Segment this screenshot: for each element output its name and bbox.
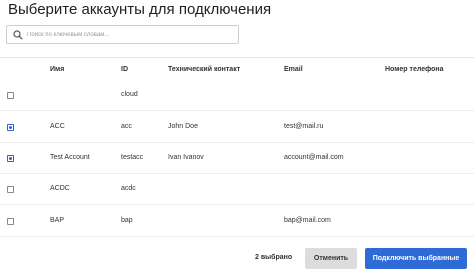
row-name: BAP bbox=[50, 217, 65, 224]
column-header-contact[interactable]: Технический контакт bbox=[168, 66, 240, 73]
row-checkbox[interactable] bbox=[7, 92, 14, 99]
column-header-phone[interactable]: Номер телефона bbox=[385, 66, 444, 73]
search-icon bbox=[13, 30, 23, 40]
row-id: testacc bbox=[121, 154, 144, 161]
table-row[interactable]: cloud bbox=[0, 80, 474, 111]
row-id: acdc bbox=[121, 185, 136, 192]
table-header-divider bbox=[0, 57, 474, 58]
dialog-title: Выберите аккаунты для подключения bbox=[8, 1, 272, 18]
row-email: bap@mail.com bbox=[284, 217, 331, 224]
search-input[interactable] bbox=[27, 28, 232, 42]
selected-count: 2 выбрано bbox=[255, 254, 293, 261]
row-contact: John Doe bbox=[168, 123, 198, 130]
column-header-id[interactable]: ID bbox=[121, 66, 128, 73]
row-id: bap bbox=[121, 217, 133, 224]
row-checkbox[interactable] bbox=[7, 155, 14, 162]
row-checkbox[interactable] bbox=[7, 124, 14, 131]
row-email: account@mail.com bbox=[284, 154, 344, 161]
row-checkbox[interactable] bbox=[7, 186, 14, 193]
row-email: test@mail.ru bbox=[284, 123, 324, 130]
table-row[interactable]: BAP bap bap@mail.com bbox=[0, 206, 474, 237]
row-id: acc bbox=[121, 123, 132, 130]
column-header-name[interactable]: Имя bbox=[50, 66, 64, 73]
search-box[interactable] bbox=[6, 25, 239, 44]
row-name: Test Account bbox=[50, 154, 90, 161]
table-row[interactable]: ACDC acdc bbox=[0, 174, 474, 205]
row-id: cloud bbox=[121, 91, 138, 98]
row-contact: Ivan Ivanov bbox=[168, 154, 204, 161]
row-checkbox[interactable] bbox=[7, 218, 14, 225]
column-header-email[interactable]: Email bbox=[284, 66, 303, 73]
table-row[interactable]: Test Account testacc Ivan Ivanov account… bbox=[0, 143, 474, 174]
row-name: ACC bbox=[50, 123, 65, 130]
table-row[interactable]: ACC acc John Doe test@mail.ru bbox=[0, 112, 474, 143]
cancel-button[interactable]: Отменить bbox=[305, 248, 357, 269]
connect-selected-button[interactable]: Подключить выбранные bbox=[365, 248, 467, 269]
row-name: ACDC bbox=[50, 185, 70, 192]
